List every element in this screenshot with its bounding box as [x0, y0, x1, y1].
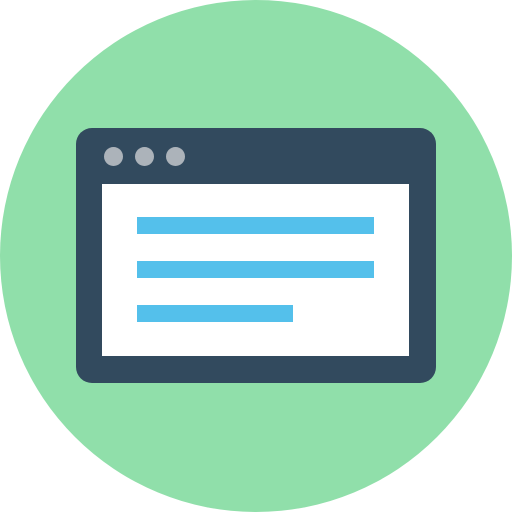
window-dot-icon [166, 147, 185, 166]
browser-window-icon [0, 0, 512, 512]
text-line [137, 261, 374, 278]
text-line [137, 217, 374, 234]
window-dot-icon [135, 147, 154, 166]
text-line [137, 305, 293, 322]
window-dot-icon [104, 147, 123, 166]
